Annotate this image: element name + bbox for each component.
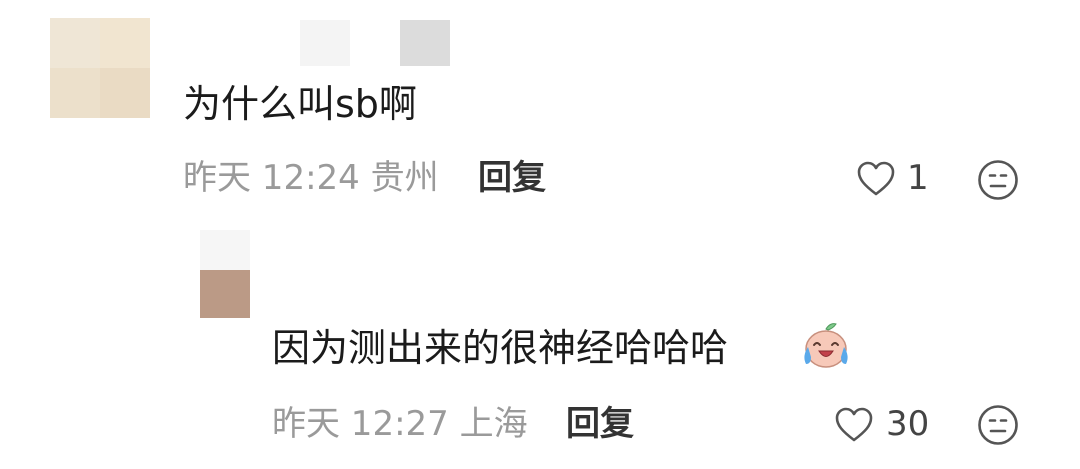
comment-time: 昨天 12:24 <box>183 158 360 198</box>
neutral-face-icon[interactable] <box>977 159 1019 201</box>
comment-text: 为什么叫sb啊 <box>183 82 417 126</box>
like-count: 30 <box>886 404 930 444</box>
username-blurred[interactable] <box>300 20 450 66</box>
heart-outline-icon <box>835 407 873 442</box>
reply-button[interactable]: 回复 <box>478 158 546 198</box>
avatar[interactable] <box>200 230 250 318</box>
comment-location: 贵州 <box>370 158 439 198</box>
avatar[interactable] <box>50 18 150 118</box>
heart-outline-icon <box>857 161 895 196</box>
comment-text: 因为测出来的很神经哈哈哈 <box>272 326 728 370</box>
crying-laughing-peach-icon <box>804 323 848 368</box>
comment-time: 昨天 12:27 <box>272 404 449 444</box>
comment-body: 因为测出来的很神经哈哈哈 <box>272 326 729 370</box>
like-button[interactable]: 30 <box>834 404 934 446</box>
reply-button[interactable]: 回复 <box>566 404 634 444</box>
comment-body: 为什么叫sb啊 <box>183 82 417 126</box>
neutral-face-icon[interactable] <box>977 404 1019 446</box>
like-button[interactable]: 1 <box>856 158 931 200</box>
comment-meta: 昨天 12:24 贵州 <box>183 158 439 198</box>
like-count: 1 <box>907 158 929 198</box>
comment-location: 上海 <box>459 404 528 444</box>
comment-meta: 昨天 12:27 上海 <box>272 404 528 444</box>
